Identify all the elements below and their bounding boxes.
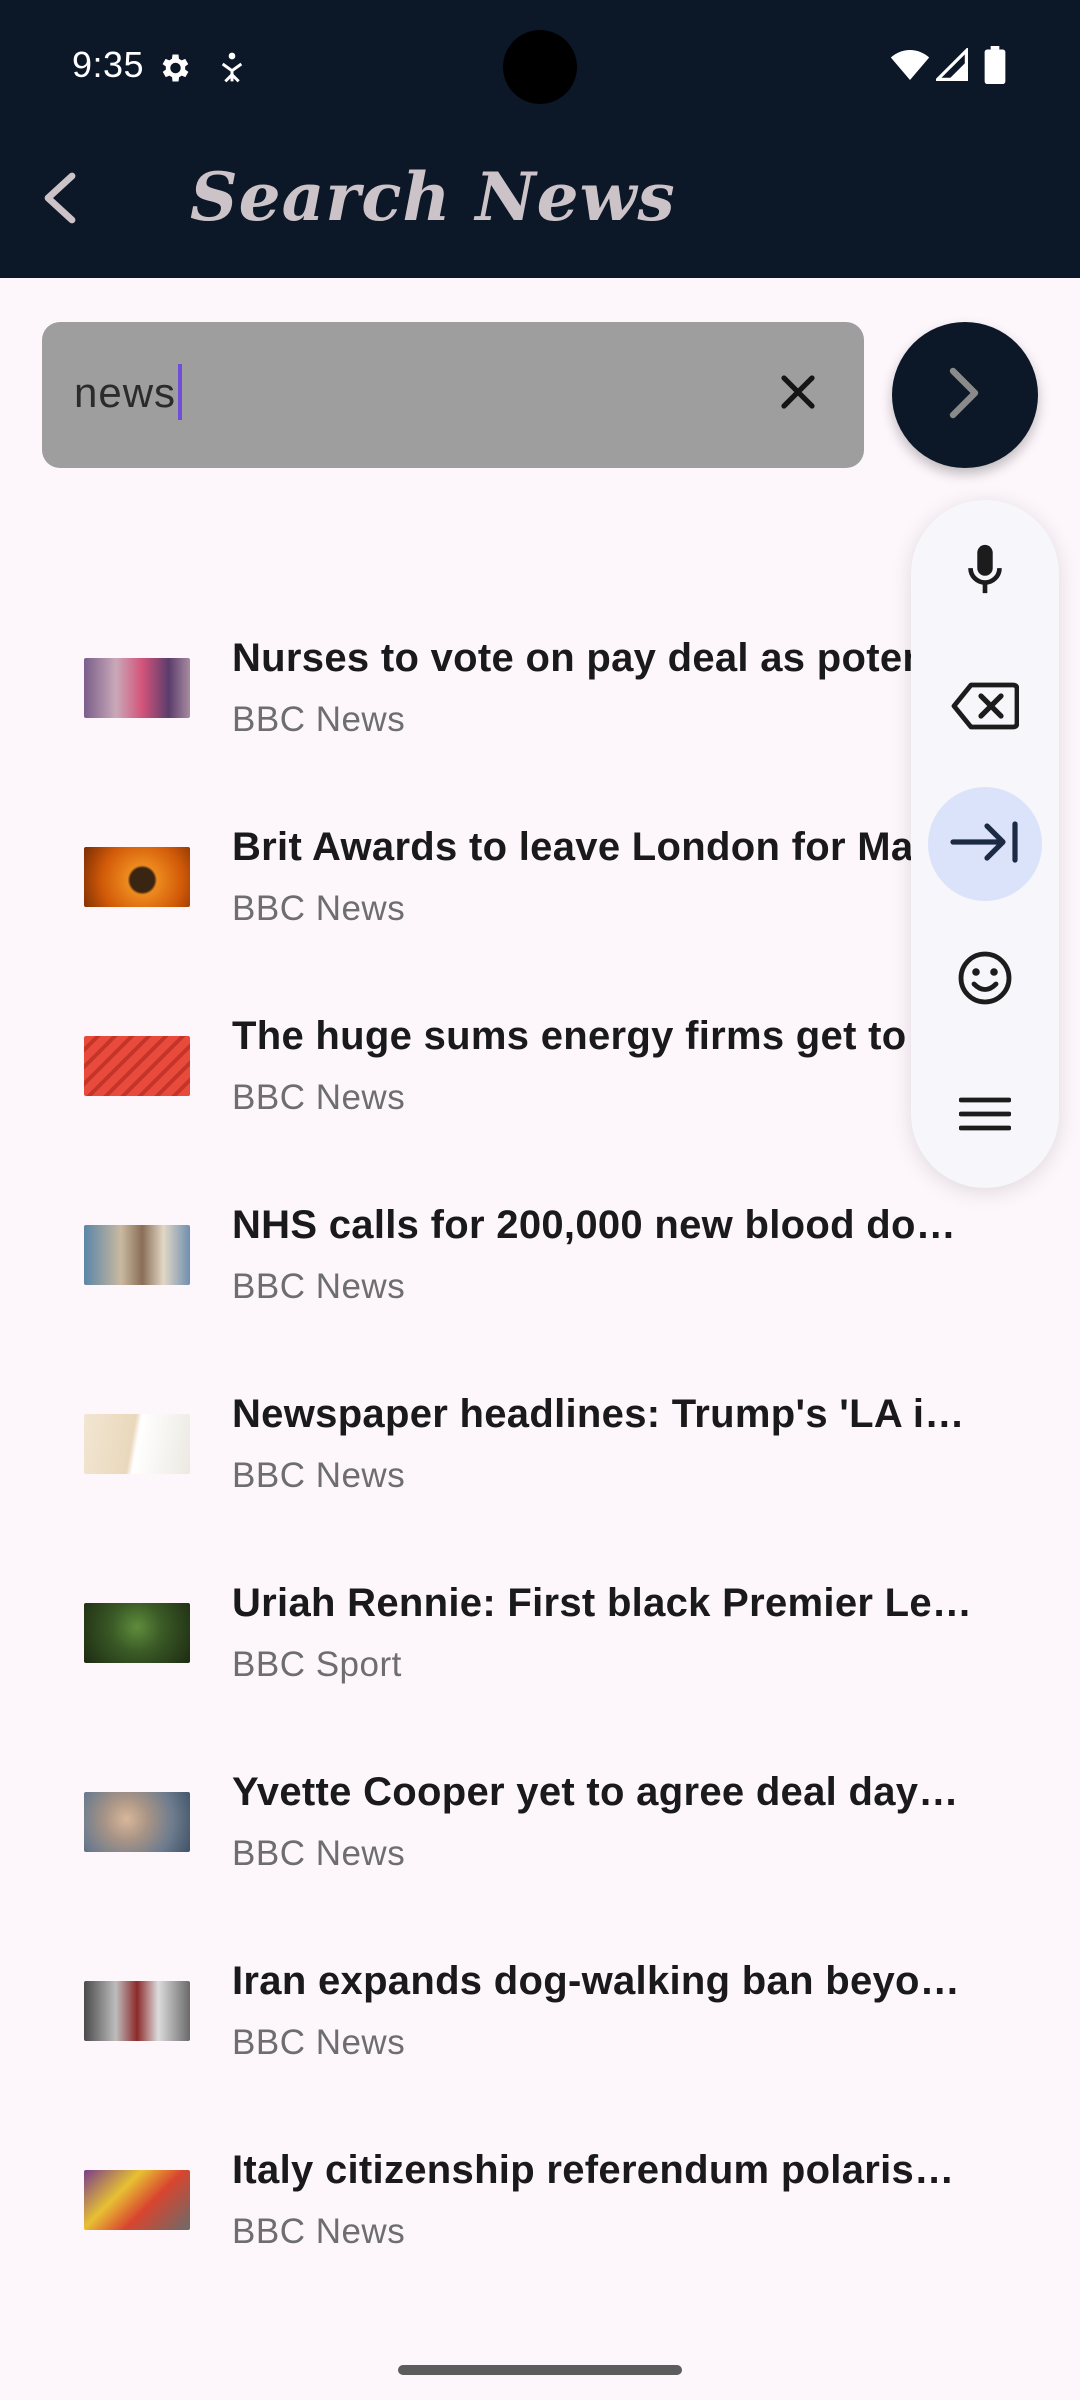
search-value: news [74, 369, 177, 417]
signal-icon [933, 46, 968, 87]
news-source: BBC News [232, 1834, 406, 1873]
news-title: Uriah Rennie: First black Premier League… [232, 1581, 972, 1625]
news-source: BBC News [232, 2212, 406, 2251]
tab-button[interactable] [928, 787, 1042, 901]
news-list-item[interactable]: Iran expands dog-walking ban beyond Tehr… [0, 1915, 1080, 2104]
news-thumbnail [84, 1036, 190, 1096]
news-title: Yvette Cooper yet to agree deal days bef… [232, 1770, 972, 1814]
backspace-icon [951, 681, 1020, 736]
news-source: BBC News [232, 700, 406, 739]
battery-icon [984, 46, 1006, 89]
news-source: BBC News [232, 2023, 406, 2062]
news-source: BBC News [232, 1078, 406, 1117]
news-thumbnail [84, 1225, 190, 1285]
news-title: The huge sums energy firms get to turn o… [232, 1014, 972, 1058]
news-thumbnail [84, 2170, 190, 2230]
microphone-icon [965, 543, 1005, 602]
tab-icon [949, 820, 1021, 869]
clear-search-button[interactable] [768, 364, 828, 424]
keyboard-toolbar [911, 500, 1059, 1188]
news-title: NHS calls for 200,000 new blood donors [232, 1203, 972, 1247]
wifi-icon [890, 48, 930, 87]
menu-icon [958, 1094, 1012, 1139]
news-list-item[interactable]: NHS calls for 200,000 new blood donors B… [0, 1159, 1080, 1348]
news-source: BBC News [232, 1456, 406, 1495]
screen: 9:35 Search News news Nurses to vote on … [0, 0, 1080, 2400]
news-list-item[interactable]: Newspaper headlines: Trump's 'LA invasio… [0, 1348, 1080, 1537]
settings-icon [156, 50, 192, 91]
text-caret [178, 364, 183, 420]
news-title: Newspaper headlines: Trump's 'LA invasio… [232, 1392, 972, 1436]
chevron-right-icon [947, 365, 983, 426]
news-thumbnail [84, 847, 190, 907]
backspace-button[interactable] [928, 651, 1042, 765]
news-source: BBC News [232, 889, 406, 928]
news-list-item[interactable]: Italy citizenship referendum polarises v… [0, 2104, 1080, 2293]
close-icon [778, 372, 818, 417]
emoji-button[interactable] [928, 923, 1042, 1037]
news-source: BBC News [232, 1267, 406, 1306]
accessibility-icon [218, 52, 246, 89]
search-submit-button[interactable] [892, 322, 1038, 468]
news-title: Italy citizenship referendum polarises v… [232, 2148, 972, 2192]
search-input-text: news [74, 364, 183, 424]
keyboard-menu-button[interactable] [928, 1059, 1042, 1173]
news-thumbnail [84, 1414, 190, 1474]
news-title: Brit Awards to leave London for Manchest… [232, 825, 972, 869]
news-list-item[interactable]: Uriah Rennie: First black Premier League… [0, 1537, 1080, 1726]
back-button[interactable] [28, 168, 92, 232]
voice-input-button[interactable] [928, 515, 1042, 629]
news-thumbnail [84, 1603, 190, 1663]
page-title: Search News [190, 158, 676, 236]
news-thumbnail [84, 658, 190, 718]
news-title: Iran expands dog-walking ban beyond Tehr… [232, 1959, 972, 2003]
status-time: 9:35 [72, 44, 145, 85]
search-input[interactable]: news [42, 322, 864, 468]
home-indicator[interactable] [398, 2365, 682, 2375]
news-source: BBC Sport [232, 1645, 402, 1684]
emoji-icon [957, 950, 1013, 1011]
back-arrow-icon [40, 172, 80, 229]
news-thumbnail [84, 1981, 190, 2041]
camera-cutout [503, 30, 577, 104]
app-header: 9:35 Search News [0, 0, 1080, 278]
news-title: Nurses to vote on pay deal as potential … [232, 636, 972, 680]
news-list-item[interactable]: Yvette Cooper yet to agree deal days bef… [0, 1726, 1080, 1915]
news-thumbnail [84, 1792, 190, 1852]
